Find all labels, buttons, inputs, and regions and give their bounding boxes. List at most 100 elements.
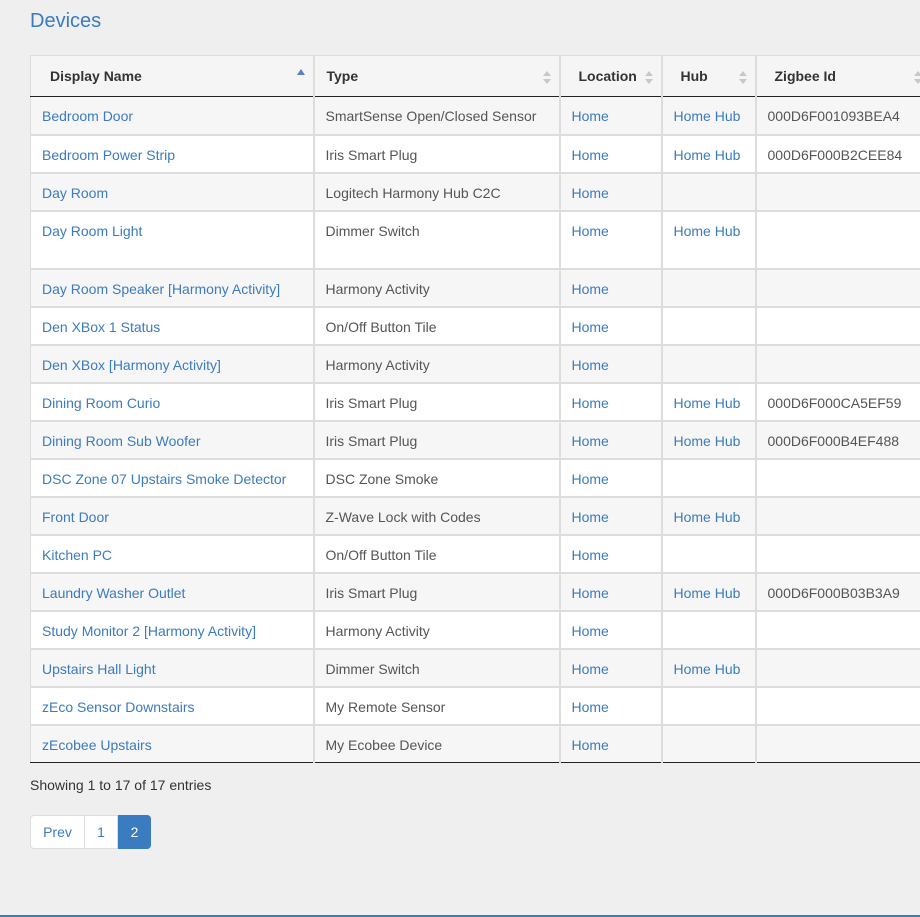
device-location-link[interactable]: Home	[572, 661, 609, 677]
table-row: Laundry Washer Outlet Iris Smart Plug Ho…	[30, 572, 920, 612]
table-row: Day Room Speaker [Harmony Activity] Harm…	[30, 268, 920, 308]
device-location-link[interactable]: Home	[572, 223, 609, 239]
device-location-link[interactable]: Home	[572, 623, 609, 639]
device-type: Harmony Activity	[325, 356, 430, 373]
device-hub-link[interactable]: Home Hub	[674, 223, 741, 239]
device-type: Harmony Activity	[325, 280, 430, 297]
column-header-label: Zigbee Id	[774, 68, 836, 84]
table-row: Dining Room Curio Iris Smart Plug Home H…	[30, 382, 920, 422]
table-row: Day Room Light Dimmer Switch Home Home H…	[30, 210, 920, 270]
device-hub-link[interactable]: Home Hub	[674, 433, 741, 449]
table-info: Showing 1 to 17 of 17 entries	[30, 777, 212, 793]
device-location-link[interactable]: Home	[572, 147, 609, 163]
device-name-link[interactable]: Bedroom Door	[42, 108, 133, 124]
device-zigbee-id: 000D6F000CA5EF59	[767, 394, 902, 411]
device-name-link[interactable]: zEco Sensor Downstairs	[42, 699, 195, 715]
device-location-link[interactable]: Home	[572, 509, 609, 525]
device-type: My Ecobee Device	[325, 736, 443, 753]
device-hub-link[interactable]: Home Hub	[674, 395, 741, 411]
table-row: Upstairs Hall Light Dimmer Switch Home H…	[30, 648, 920, 688]
device-hub-link[interactable]: Home Hub	[674, 585, 741, 601]
column-header-type[interactable]: Type	[313, 55, 561, 97]
device-name-link[interactable]: Laundry Washer Outlet	[42, 585, 185, 601]
device-hub-link[interactable]: Home Hub	[674, 108, 741, 124]
device-name-link[interactable]: Day Room Speaker [Harmony Activity]	[42, 281, 280, 297]
device-type: Harmony Activity	[325, 622, 430, 639]
device-location-link[interactable]: Home	[572, 281, 609, 297]
device-zigbee-id: 000D6F000B4EF488	[767, 432, 900, 449]
device-zigbee-id: 000D6F000B2CEE84	[767, 146, 903, 163]
device-name-link[interactable]: Den XBox [Harmony Activity]	[42, 357, 221, 373]
pagination-page-1[interactable]: 1	[85, 815, 118, 849]
devices-page: Devices Display Name Type Location Hub Z…	[0, 0, 920, 917]
device-name-link[interactable]: Bedroom Power Strip	[42, 147, 175, 163]
device-type: DSC Zone Smoke	[325, 470, 439, 487]
table-row: zEcobee Upstairs My Ecobee Device Home	[30, 724, 920, 763]
device-location-link[interactable]: Home	[572, 108, 609, 124]
device-type: My Remote Sensor	[325, 698, 446, 715]
device-name-link[interactable]: Day Room	[42, 185, 108, 201]
device-hub-link[interactable]: Home Hub	[674, 661, 741, 677]
sort-both-icon	[913, 69, 920, 85]
column-header-hub[interactable]: Hub	[661, 55, 757, 97]
device-hub-link[interactable]: Home Hub	[674, 147, 741, 163]
page-title: Devices	[30, 10, 102, 32]
device-name-link[interactable]: Dining Room Curio	[42, 395, 160, 411]
column-header-display-name[interactable]: Display Name	[30, 55, 315, 97]
device-location-link[interactable]: Home	[572, 395, 609, 411]
device-zigbee-id: 000D6F001093BEA4	[767, 108, 900, 124]
device-type: Iris Smart Plug	[325, 432, 418, 449]
device-location-link[interactable]: Home	[572, 319, 609, 335]
device-name-link[interactable]: Front Door	[42, 509, 109, 525]
devices-table-container: Display Name Type Location Hub Zigbee Id…	[30, 55, 920, 763]
device-zigbee-id: 000D6F000B03B3A9	[767, 584, 900, 601]
device-location-link[interactable]: Home	[572, 547, 609, 563]
device-type: Iris Smart Plug	[325, 146, 418, 163]
device-location-link[interactable]: Home	[572, 585, 609, 601]
device-type: Iris Smart Plug	[325, 584, 418, 601]
device-location-link[interactable]: Home	[572, 699, 609, 715]
device-name-link[interactable]: Dining Room Sub Woofer	[42, 433, 200, 449]
devices-table-body: Bedroom Door SmartSense Open/Closed Sens…	[30, 96, 920, 763]
table-row: DSC Zone 07 Upstairs Smoke Detector DSC …	[30, 458, 920, 498]
devices-table: Display Name Type Location Hub Zigbee Id…	[30, 55, 920, 763]
column-header-label: Location	[578, 68, 637, 84]
pagination: Prev 1 2	[30, 815, 151, 849]
device-type: Dimmer Switch	[325, 660, 420, 677]
device-location-link[interactable]: Home	[572, 185, 609, 201]
device-name-link[interactable]: Den XBox 1 Status	[42, 319, 160, 335]
device-type: Dimmer Switch	[325, 222, 420, 239]
table-row: Day Room Logitech Harmony Hub C2C Home	[30, 172, 920, 212]
device-location-link[interactable]: Home	[572, 737, 609, 753]
device-type: Iris Smart Plug	[325, 394, 418, 411]
table-row: Bedroom Door SmartSense Open/Closed Sens…	[30, 96, 920, 136]
device-name-link[interactable]: Day Room Light	[42, 223, 142, 239]
table-row: Front Door Z-Wave Lock with Codes Home H…	[30, 496, 920, 536]
table-row: Bedroom Power Strip Iris Smart Plug Home…	[30, 134, 920, 174]
pagination-page-2-active[interactable]: 2	[118, 815, 151, 849]
device-type: Z-Wave Lock with Codes	[325, 508, 481, 525]
device-name-link[interactable]: Study Monitor 2 [Harmony Activity]	[42, 623, 256, 639]
table-header-row: Display Name Type Location Hub Zigbee Id	[30, 55, 920, 97]
table-row: Kitchen PC On/Off Button Tile Home	[30, 534, 920, 574]
table-row: Study Monitor 2 [Harmony Activity] Harmo…	[30, 610, 920, 650]
device-name-link[interactable]: DSC Zone 07 Upstairs Smoke Detector	[42, 471, 286, 487]
table-row: Dining Room Sub Woofer Iris Smart Plug H…	[30, 420, 920, 460]
device-name-link[interactable]: Kitchen PC	[42, 547, 112, 563]
table-row: Den XBox [Harmony Activity] Harmony Acti…	[30, 344, 920, 384]
device-name-link[interactable]: Upstairs Hall Light	[42, 661, 156, 677]
pagination-prev-button[interactable]: Prev	[30, 815, 85, 849]
sort-both-icon	[542, 69, 551, 85]
device-type: SmartSense Open/Closed Sensor	[325, 108, 537, 124]
device-type: On/Off Button Tile	[325, 318, 437, 335]
device-name-link[interactable]: zEcobee Upstairs	[42, 737, 152, 753]
table-row: Den XBox 1 Status On/Off Button Tile Hom…	[30, 306, 920, 346]
sort-both-icon	[644, 69, 653, 85]
column-header-location[interactable]: Location	[559, 55, 663, 97]
device-location-link[interactable]: Home	[572, 433, 609, 449]
sort-ascending-icon	[296, 69, 305, 85]
device-location-link[interactable]: Home	[572, 357, 609, 373]
device-hub-link[interactable]: Home Hub	[674, 509, 741, 525]
device-location-link[interactable]: Home	[572, 471, 609, 487]
column-header-zigbee-id[interactable]: Zigbee Id	[755, 55, 920, 97]
